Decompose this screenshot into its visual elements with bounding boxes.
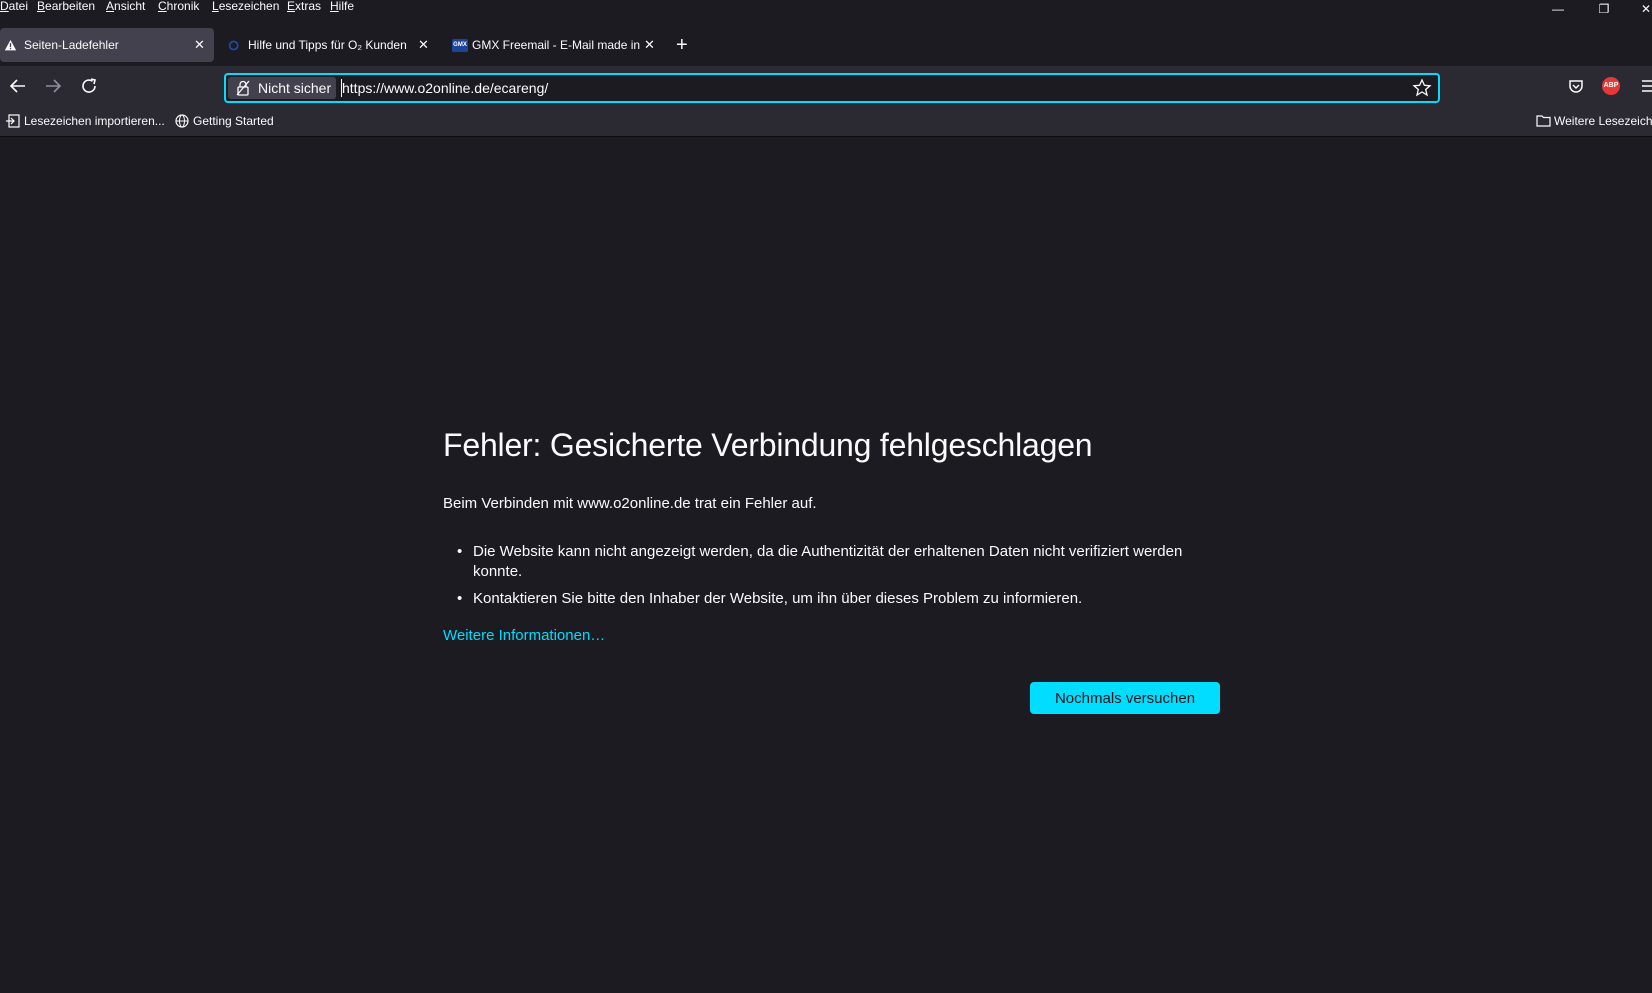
import-icon [6,114,20,128]
menu-hamburger-icon[interactable] [1636,74,1652,98]
o2-logo-icon [228,40,239,51]
list-item: Die Website kann nicht angezeigt werden,… [443,542,1203,582]
tab-bar: Seiten-Ladefehler ✕ Hilfe und Tipps für … [0,26,1652,66]
close-window-button[interactable]: ✕ [1626,0,1652,20]
warning-icon [4,39,17,51]
page-title: Fehler: Gesicherte Verbindung fehlgeschl… [443,427,1093,463]
menu-extras[interactable]: Extras [287,0,321,12]
list-item: Kontaktieren Sie bitte den Inhaber der W… [443,589,1203,609]
close-tab-icon[interactable]: ✕ [418,28,429,62]
menu-bar: Datei Bearbeiten Ansicht Chronik Lesezei… [0,0,1652,14]
tab-seiten-ladefehler[interactable]: Seiten-Ladefehler ✕ [0,28,214,62]
menu-lesezeichen[interactable]: Lesezeichen [212,0,279,12]
tab-title: Seiten-Ladefehler [24,38,119,52]
security-label: Nicht sicher [258,80,332,96]
back-arrow-icon[interactable] [6,74,30,98]
tab-title: Hilfe und Tipps für O₂ Kunden [248,38,407,52]
error-intro: Beim Verbinden mit www.o2online.de trat … [443,495,817,512]
close-tab-icon[interactable]: ✕ [194,28,205,62]
menu-hilfe[interactable]: Hilfe [330,0,354,12]
globe-icon [175,114,189,128]
tab-gmx-freemail[interactable]: GMX GMX Freemail - E-Mail made in ✕ [448,28,662,62]
menu-bearbeiten[interactable]: Bearbeiten [37,0,95,12]
bookmark-star-icon[interactable] [1412,78,1432,98]
pocket-icon[interactable] [1564,74,1588,98]
new-tab-button[interactable]: + [676,30,688,60]
bookmark-label: Getting Started [193,114,274,128]
menu-datei[interactable]: Datei [0,0,28,12]
insecure-lock-icon [236,80,250,96]
minimize-button[interactable]: — [1538,0,1578,20]
more-info-link[interactable]: Weitere Informationen… [443,627,605,644]
forward-arrow-icon[interactable] [41,74,65,98]
security-indicator[interactable]: Nicht sicher [228,77,336,99]
bookmark-label: Weitere Lesezeichen [1554,114,1652,128]
reload-icon[interactable] [77,74,101,98]
tab-o2-hilfe[interactable]: Hilfe und Tipps für O₂ Kunden ✕ [224,28,434,62]
adblock-plus-icon[interactable]: ABP [1602,77,1620,95]
url-input[interactable]: https://www.o2online.de/ecareng/ [342,75,548,101]
gmx-logo-icon: GMX [452,39,468,52]
retry-button[interactable]: Nochmals versuchen [1030,682,1220,714]
menu-chronik[interactable]: Chronik [158,0,199,12]
restore-button[interactable]: ❐ [1584,0,1624,20]
menu-ansicht[interactable]: Ansicht [106,0,145,12]
bookmarks-toolbar: Lesezeichen importieren... Getting Start… [0,106,1652,137]
folder-icon [1536,115,1551,127]
tab-title: GMX Freemail - E-Mail made in [472,38,641,52]
error-page: Fehler: Gesicherte Verbindung fehlgeschl… [0,137,1652,993]
bookmark-label: Lesezeichen importieren... [24,114,165,128]
close-tab-icon[interactable]: ✕ [644,28,655,62]
error-details-list: Die Website kann nicht angezeigt werden,… [443,542,1203,616]
url-bar[interactable]: Nicht sicher https://www.o2online.de/eca… [224,73,1440,103]
